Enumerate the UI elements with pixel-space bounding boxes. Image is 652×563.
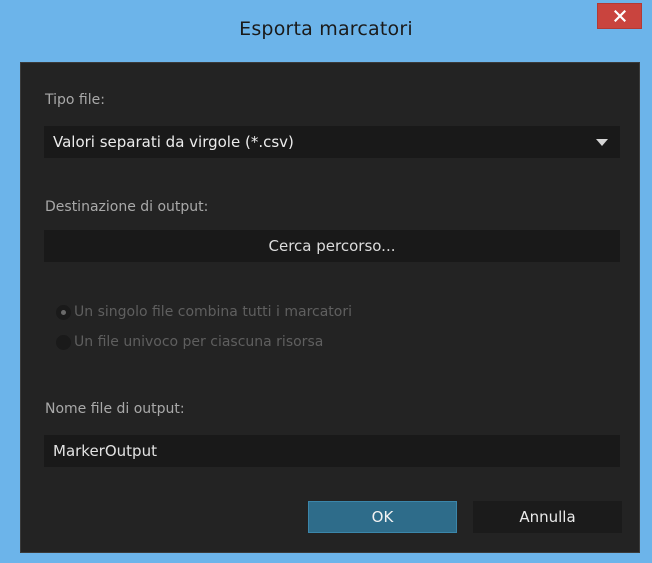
radio-unique-file-label: Un file univoco per ciascuna risorsa: [74, 334, 324, 350]
title-bar[interactable]: Esporta marcatori: [0, 0, 652, 62]
ok-button[interactable]: OK: [308, 501, 457, 533]
close-icon: [613, 10, 626, 22]
radio-single-file-label: Un singolo file combina tutti i marcator…: [74, 304, 352, 320]
browse-path-button[interactable]: Cerca percorso...: [44, 230, 620, 262]
file-type-label: Tipo file:: [45, 92, 105, 108]
output-filename-value: MarkerOutput: [53, 442, 157, 460]
output-filename-label: Nome file di output:: [45, 401, 185, 417]
file-type-dropdown[interactable]: Valori separati da virgole (*.csv): [44, 126, 620, 158]
radio-single-file[interactable]: Un singolo file combina tutti i marcator…: [56, 304, 352, 320]
chevron-down-icon: [596, 139, 608, 146]
file-type-selected: Valori separati da virgole (*.csv): [53, 133, 294, 151]
browse-path-label: Cerca percorso...: [268, 237, 396, 255]
close-button[interactable]: [597, 3, 642, 29]
export-markers-dialog: Esporta marcatori Tipo file: Valori sepa…: [0, 0, 652, 563]
radio-unique-file[interactable]: Un file univoco per ciascuna risorsa: [56, 334, 323, 350]
cancel-button[interactable]: Annulla: [473, 501, 622, 533]
dialog-title: Esporta marcatori: [239, 18, 413, 40]
radio-button: [56, 334, 71, 350]
radio-button: [56, 304, 71, 320]
radio-selected-dot: [61, 309, 66, 315]
dialog-body: Tipo file: Valori separati da virgole (*…: [20, 62, 640, 553]
output-destination-label: Destinazione di output:: [45, 199, 209, 215]
output-filename-input[interactable]: MarkerOutput: [44, 435, 620, 467]
